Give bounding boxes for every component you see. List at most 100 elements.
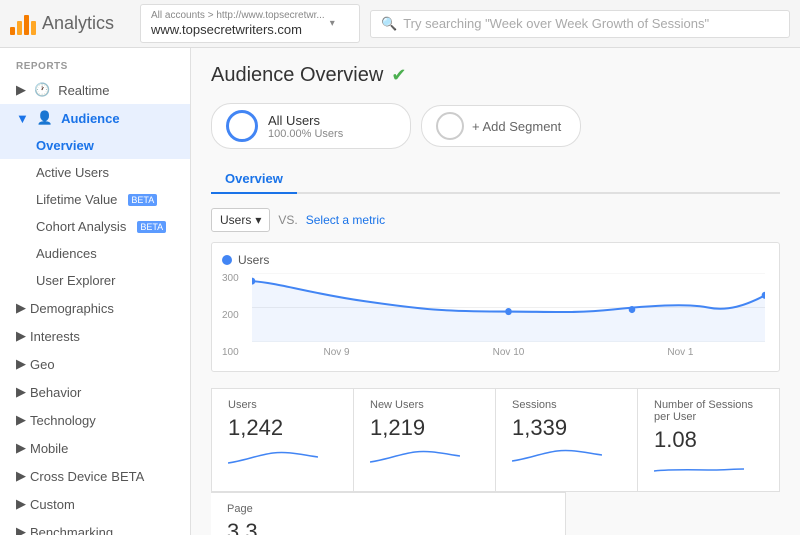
stat-value: 1,242 [228, 415, 337, 441]
sidebar-item-lifetime-value[interactable]: Lifetime Value BETA [0, 186, 190, 213]
sidebar-item-cross-device[interactable]: ▶ Cross Device BETA [0, 462, 190, 490]
add-segment-button[interactable]: + Add Segment [421, 105, 581, 147]
stat-value: 3,3 [227, 519, 549, 535]
sidebar-item-active-users[interactable]: Active Users [0, 159, 190, 186]
segment-pill-all-users[interactable]: All Users 100.00% Users [211, 103, 411, 149]
segment-bar: All Users 100.00% Users + Add Segment [211, 103, 780, 149]
sidebar-item-label: Custom [30, 497, 75, 512]
tab-overview[interactable]: Overview [211, 165, 297, 194]
beta-badge: BETA [137, 221, 166, 233]
x-label-nov9: Nov 9 [324, 347, 350, 358]
sidebar-item-audiences[interactable]: Audiences [0, 240, 190, 267]
main-content: Audience Overview ✔ All Users 100.00% Us… [191, 48, 800, 535]
sidebar-item-demographics[interactable]: ▶ Demographics [0, 294, 190, 322]
arrow-icon: ▶ [16, 524, 26, 535]
breadcrumb: All accounts > http://www.topsecretwr... [151, 10, 325, 21]
search-icon: 🔍 [381, 16, 397, 32]
x-label-nov10: Nov 10 [493, 347, 525, 358]
logo-icon [10, 13, 36, 35]
segment-circle-icon [226, 110, 258, 142]
x-label-nov11: Nov 1 [667, 347, 693, 358]
page-title-row: Audience Overview ✔ [211, 64, 780, 87]
legend-label: Users [238, 253, 269, 267]
app-header: Analytics All accounts > http://www.tops… [0, 0, 800, 48]
person-icon: 👤 [37, 110, 53, 126]
stat-label: Sessions [512, 399, 621, 411]
add-segment-circle-icon [436, 112, 464, 140]
tab-label: Overview [225, 171, 283, 186]
arrow-icon: ▶ [16, 412, 26, 428]
stat-label: Users [228, 399, 337, 411]
stat-value: 1,339 [512, 415, 621, 441]
stat-value: 1.08 [654, 427, 763, 453]
sidebar-item-behavior[interactable]: ▶ Behavior [0, 378, 190, 406]
main-layout: REPORTS ▶ 🕐 Realtime ▼ 👤 Audience Overvi… [0, 48, 800, 535]
sidebar-item-label: Audiences [36, 246, 97, 261]
legend-dot [222, 255, 232, 265]
url-bar[interactable]: All accounts > http://www.topsecretwr...… [140, 4, 360, 43]
expand-icon: ▶ [16, 82, 26, 98]
sidebar-item-cohort-analysis[interactable]: Cohort Analysis BETA [0, 213, 190, 240]
stat-sparkline [370, 445, 479, 469]
sidebar-item-geo[interactable]: ▶ Geo [0, 350, 190, 378]
metric-selector-row: Users ▾ VS. Select a metric [211, 208, 780, 232]
arrow-icon: ▶ [16, 300, 26, 316]
sidebar-item-technology[interactable]: ▶ Technology [0, 406, 190, 434]
segment-name: All Users [268, 113, 343, 128]
stat-sparkline [654, 457, 763, 481]
stats-row-1: Users 1,242 New Users 1,219 Sessio [211, 388, 780, 535]
arrow-icon: ▶ [16, 356, 26, 372]
chart-y-labels: 300 200 100 [222, 273, 252, 358]
arrow-icon: ▶ [16, 328, 26, 344]
sidebar-item-overview[interactable]: Overview [0, 132, 190, 159]
sidebar-item-label: Benchmarking [30, 525, 113, 535]
dropdown-arrow-icon: ▾ [255, 213, 261, 227]
arrow-icon: ▶ [16, 496, 26, 512]
sidebar-item-benchmarking[interactable]: ▶ Benchmarking [0, 518, 190, 535]
y-label-300: 300 [222, 273, 252, 284]
stat-card-sessions: Sessions 1,339 [496, 388, 638, 492]
app-logo: Analytics [10, 13, 130, 35]
chart-svg [252, 273, 765, 342]
vs-label: VS. [278, 213, 297, 227]
beta-badge: BETA [128, 194, 157, 206]
clock-icon: 🕐 [34, 82, 50, 98]
y-label-200: 200 [222, 310, 252, 321]
sidebar-item-label: Active Users [36, 165, 109, 180]
sidebar-item-audience[interactable]: ▼ 👤 Audience [0, 104, 190, 132]
page-title: Audience Overview [211, 64, 383, 87]
search-bar[interactable]: 🔍 Try searching "Week over Week Growth o… [370, 10, 790, 38]
search-placeholder: Try searching "Week over Week Growth of … [403, 16, 709, 31]
arrow-icon: ▶ [16, 384, 26, 400]
arrow-icon: ▶ [16, 440, 26, 456]
y-label-100: 100 [222, 347, 252, 358]
sidebar-item-label: Technology [30, 413, 96, 428]
sidebar: REPORTS ▶ 🕐 Realtime ▼ 👤 Audience Overvi… [0, 48, 191, 535]
current-url: www.topsecretwriters.com [151, 22, 325, 37]
sidebar-item-interests[interactable]: ▶ Interests [0, 322, 190, 350]
sidebar-item-label: Cohort Analysis [36, 219, 126, 234]
segment-percent: 100.00% Users [268, 128, 343, 140]
select-metric-link[interactable]: Select a metric [306, 213, 385, 227]
stat-label: Page [227, 503, 549, 515]
add-segment-label: + Add Segment [472, 119, 561, 134]
sidebar-item-custom[interactable]: ▶ Custom [0, 490, 190, 518]
sidebar-item-mobile[interactable]: ▶ Mobile [0, 434, 190, 462]
sidebar-item-user-explorer[interactable]: User Explorer [0, 267, 190, 294]
stat-sparkline [512, 445, 621, 469]
url-dropdown-icon[interactable]: ▾ [330, 18, 335, 29]
metric-dropdown[interactable]: Users ▾ [211, 208, 270, 232]
stat-card-sessions-per-user: Number of Sessions per User 1.08 [638, 388, 780, 492]
sidebar-item-label: Overview [36, 138, 94, 153]
sidebar-item-label: Cross Device [30, 469, 107, 484]
sidebar-item-label: User Explorer [36, 273, 115, 288]
chart-x-labels: Nov 9 Nov 10 Nov 1 [252, 347, 765, 358]
stat-card-new-users: New Users 1,219 [354, 388, 496, 492]
sidebar-item-realtime[interactable]: ▶ 🕐 Realtime [0, 76, 190, 104]
chart-area: 300 200 100 [222, 273, 765, 358]
collapse-icon: ▼ [16, 111, 29, 126]
stat-value: 1,219 [370, 415, 479, 441]
stat-card-pageviews: Page 3,3 [211, 492, 566, 535]
chart-svg-area [252, 273, 765, 342]
app-name: Analytics [42, 13, 114, 34]
